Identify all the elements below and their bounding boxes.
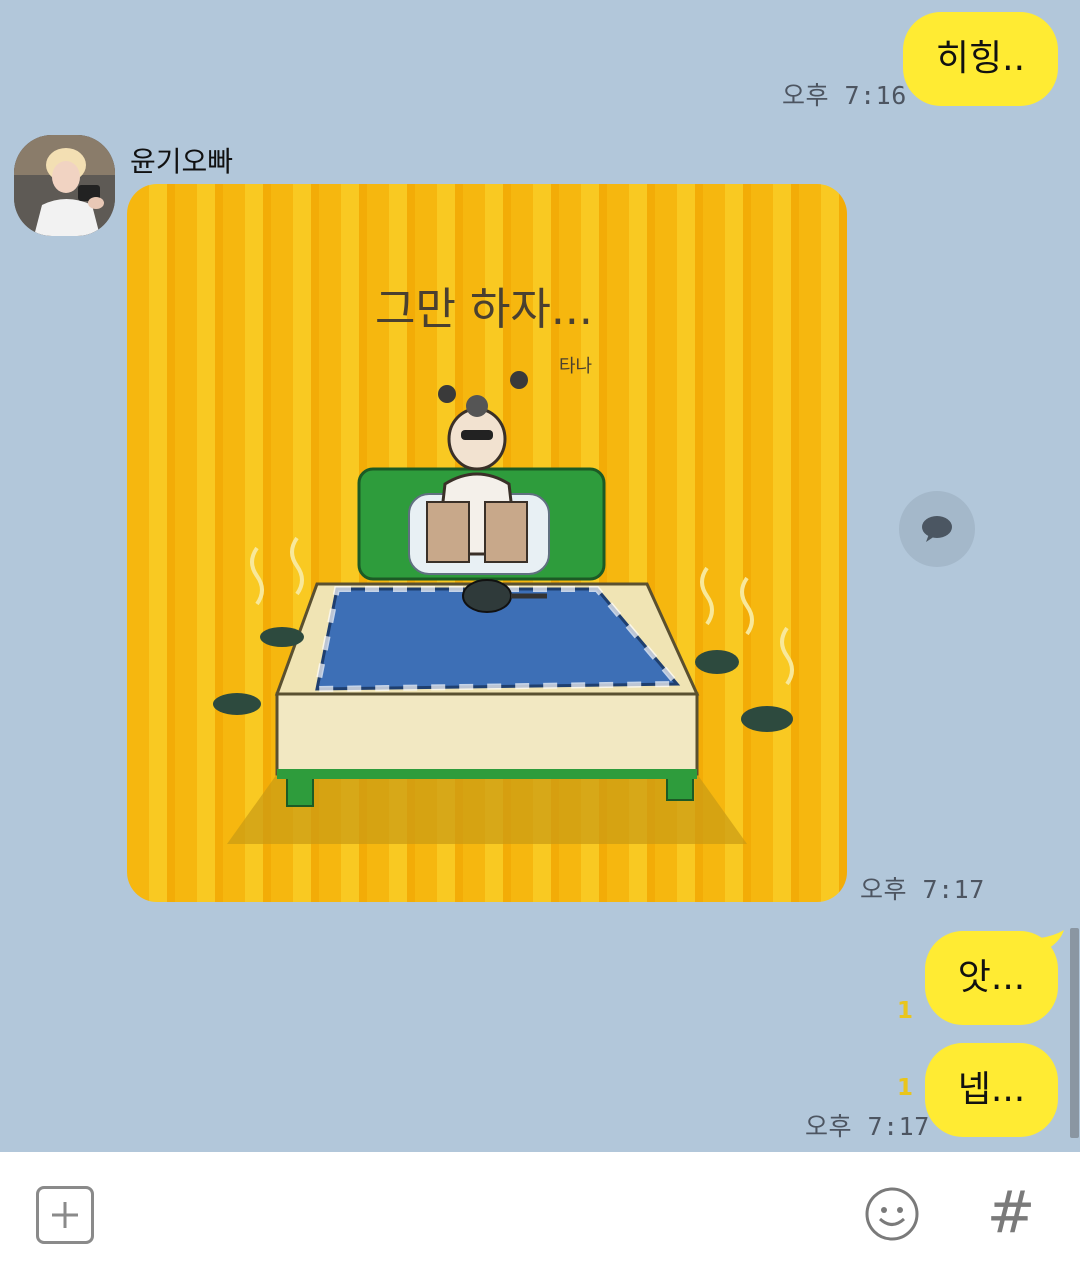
my-message-bubble[interactable]: 넵...: [925, 1043, 1058, 1137]
message-text: 앗...: [957, 957, 1026, 998]
photo-message[interactable]: 그만 하자... 타나: [127, 184, 847, 902]
message-time: 오후 7:16: [782, 81, 907, 110]
bubble-tail: [1040, 930, 1064, 950]
attach-button[interactable]: [36, 1186, 94, 1244]
smiley-icon: [865, 1187, 919, 1241]
message-time: 오후 7:17: [805, 1112, 930, 1141]
input-bar: #: [0, 1152, 1080, 1278]
share-button[interactable]: [899, 491, 975, 567]
unread-count: 1: [897, 998, 914, 1024]
photo-caption: 그만 하자...: [375, 284, 593, 335]
speech-bubble-icon: [922, 516, 952, 542]
message-text: 히힝..: [935, 38, 1026, 79]
scrollbar[interactable]: [1070, 928, 1079, 1138]
chat-area: 히힝.. 오후 7:16 윤기오빠 그만 하자... 타나 오후 7:17 앗.…: [0, 0, 1080, 1152]
hash-icon: #: [986, 1178, 1036, 1246]
message-text: 넵...: [957, 1069, 1026, 1110]
photo-artist: 타나: [559, 356, 592, 377]
plus-icon: [52, 1202, 78, 1228]
photo-time: 오후 7:17: [860, 875, 985, 904]
my-message-bubble[interactable]: 히힝..: [903, 12, 1058, 106]
avatar[interactable]: [14, 135, 115, 236]
hashtag-button[interactable]: #: [984, 1178, 1038, 1246]
sender-name: 윤기오빠: [130, 145, 234, 178]
emoticon-button[interactable]: [864, 1186, 919, 1241]
unread-count: 1: [897, 1075, 914, 1101]
my-message-bubble[interactable]: 앗...: [925, 931, 1058, 1025]
